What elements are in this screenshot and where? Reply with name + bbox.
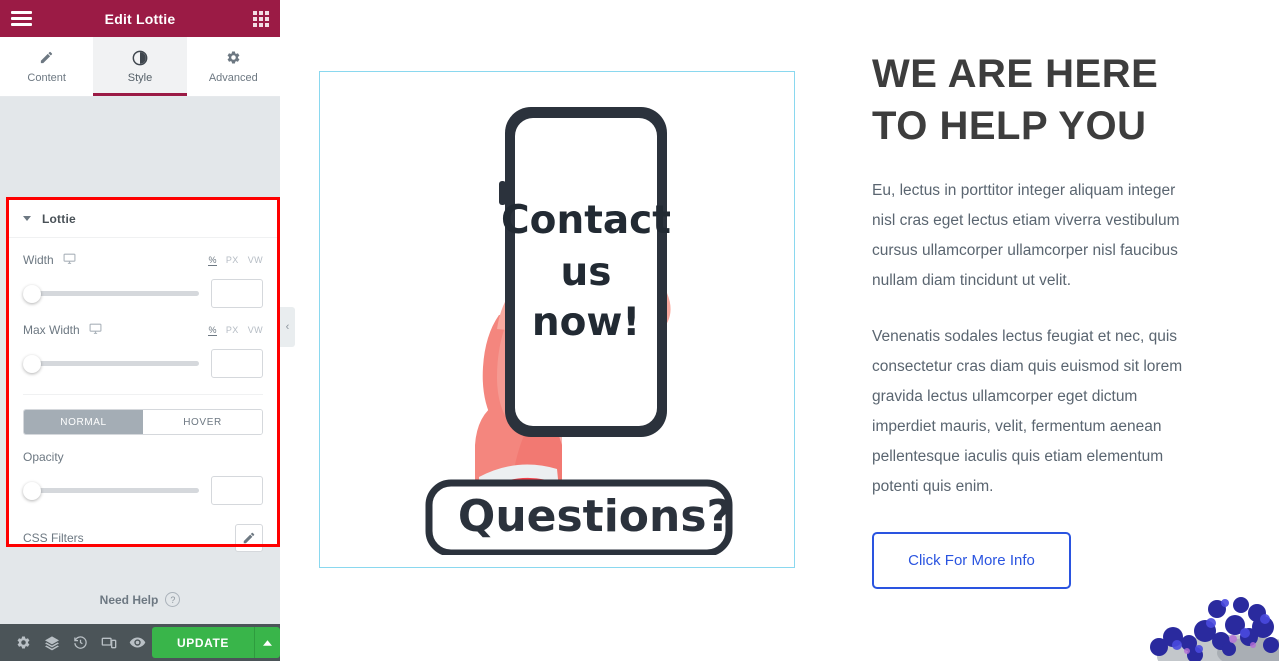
control-width-units: % PX VW bbox=[208, 255, 263, 266]
history-revisions-icon[interactable] bbox=[66, 624, 95, 661]
grid-apps-icon[interactable] bbox=[253, 10, 269, 27]
editor-panel: Edit Lottie Content Style Advanced Lotti… bbox=[0, 0, 281, 661]
opacity-input[interactable] bbox=[211, 476, 263, 505]
panel-bottom-bar: UPDATE bbox=[0, 624, 281, 661]
hero-title: WE ARE HERE TO HELP YOU bbox=[872, 48, 1202, 152]
phone-text-line-2: us bbox=[561, 250, 612, 295]
width-slider[interactable] bbox=[23, 284, 199, 304]
phone-text-line-3: now! bbox=[532, 300, 640, 345]
navigator-layers-icon[interactable] bbox=[38, 624, 67, 661]
contact-us-illustration: Contact us now! Questions? bbox=[425, 106, 733, 555]
control-css-filters: CSS Filters bbox=[9, 524, 277, 552]
desktop-monitor-icon[interactable] bbox=[63, 252, 76, 268]
section-title: Lottie bbox=[42, 211, 76, 226]
desktop-monitor-icon[interactable] bbox=[89, 322, 102, 338]
hero-content: WE ARE HERE TO HELP YOU Eu, lectus in po… bbox=[872, 48, 1202, 589]
unit-px[interactable]: PX bbox=[226, 325, 239, 336]
tab-advanced[interactable]: Advanced bbox=[187, 37, 280, 96]
tab-content-label: Content bbox=[27, 72, 66, 84]
editor-canvas: ‹ Contact us now! Questions? WE ARE HERE… bbox=[280, 0, 1279, 661]
control-opacity: Opacity bbox=[9, 435, 277, 505]
caret-down-icon bbox=[23, 216, 31, 221]
panel-title: Edit Lottie bbox=[104, 10, 176, 27]
caret-up-icon[interactable] bbox=[254, 627, 281, 658]
max-width-input[interactable] bbox=[211, 349, 263, 378]
contrast-half-circle-icon bbox=[132, 49, 148, 66]
max-width-slider-track bbox=[23, 361, 199, 366]
tab-style[interactable]: Style bbox=[93, 37, 187, 96]
state-tab-hover[interactable]: HOVER bbox=[143, 410, 262, 434]
pencil-icon bbox=[39, 49, 54, 66]
opacity-slider-track bbox=[23, 488, 199, 493]
lottie-animation: Contact us now! Questions? bbox=[320, 72, 794, 567]
questions-banner-text: Questions? bbox=[458, 491, 732, 542]
pencil-edit-icon[interactable] bbox=[235, 524, 263, 552]
elementor-editor: Edit Lottie Content Style Advanced Lotti… bbox=[0, 0, 1279, 661]
cta-button[interactable]: Click For More Info bbox=[872, 532, 1071, 589]
width-slider-handle[interactable] bbox=[23, 284, 41, 303]
max-width-slider[interactable] bbox=[23, 354, 199, 374]
tab-content[interactable]: Content bbox=[0, 37, 93, 96]
hamburger-menu-icon[interactable] bbox=[11, 11, 32, 26]
panel-controls-area: Lottie Width % PX VW Max Width % PX VW N… bbox=[0, 97, 280, 624]
hero-paragraph-1: Eu, lectus in porttitor integer aliquam … bbox=[872, 182, 1180, 289]
control-opacity-label: Opacity bbox=[23, 450, 64, 464]
control-max-width-label: Max Width bbox=[23, 323, 80, 337]
need-help-label: Need Help bbox=[99, 592, 159, 607]
flower-decoration bbox=[1129, 579, 1279, 661]
responsive-mode-icon[interactable] bbox=[95, 624, 124, 661]
control-max-width: Max Width % PX VW bbox=[9, 308, 277, 378]
control-width-label: Width bbox=[23, 253, 54, 267]
question-mark-circle-icon: ? bbox=[165, 592, 181, 607]
preview-eye-icon[interactable] bbox=[123, 624, 152, 661]
tab-style-label: Style bbox=[127, 72, 153, 84]
unit-percent[interactable]: % bbox=[208, 325, 217, 336]
control-max-width-units: % PX VW bbox=[208, 325, 263, 336]
chevron-left-icon[interactable]: ‹ bbox=[280, 307, 295, 347]
max-width-slider-handle[interactable] bbox=[23, 354, 41, 373]
update-button[interactable]: UPDATE bbox=[151, 627, 255, 658]
width-slider-track bbox=[23, 291, 199, 296]
settings-gear-icon[interactable] bbox=[9, 624, 38, 661]
hero-paragraph-2: Venenatis sodales lectus feugiat et nec,… bbox=[872, 328, 1183, 495]
unit-vw[interactable]: VW bbox=[248, 325, 263, 336]
section-header[interactable]: Lottie bbox=[9, 200, 277, 238]
width-input[interactable] bbox=[211, 279, 263, 308]
state-tab-normal[interactable]: NORMAL bbox=[24, 410, 143, 434]
tab-advanced-label: Advanced bbox=[208, 72, 258, 84]
state-tabs: NORMAL HOVER bbox=[23, 409, 263, 435]
opacity-slider-handle[interactable] bbox=[23, 481, 41, 500]
gear-icon bbox=[226, 49, 241, 66]
unit-percent[interactable]: % bbox=[208, 255, 217, 266]
need-help-link[interactable]: Need Help ? bbox=[0, 592, 280, 607]
hero-title-line-2: TO HELP YOU bbox=[872, 104, 1147, 148]
section-divider bbox=[23, 394, 263, 395]
hero-title-line-1: WE ARE HERE bbox=[872, 52, 1159, 96]
lottie-style-section: Lottie Width % PX VW Max Width % PX VW N… bbox=[9, 200, 277, 552]
panel-header: Edit Lottie bbox=[0, 0, 280, 37]
lottie-widget[interactable]: Contact us now! Questions? bbox=[319, 71, 795, 568]
phone-text-line-1: Contact bbox=[501, 198, 671, 243]
panel-tabs: Content Style Advanced bbox=[0, 37, 280, 97]
unit-px[interactable]: PX bbox=[226, 255, 239, 266]
control-width: Width % PX VW bbox=[9, 238, 277, 308]
css-filters-label: CSS Filters bbox=[23, 531, 84, 545]
unit-vw[interactable]: VW bbox=[248, 255, 263, 266]
opacity-slider[interactable] bbox=[23, 481, 199, 501]
